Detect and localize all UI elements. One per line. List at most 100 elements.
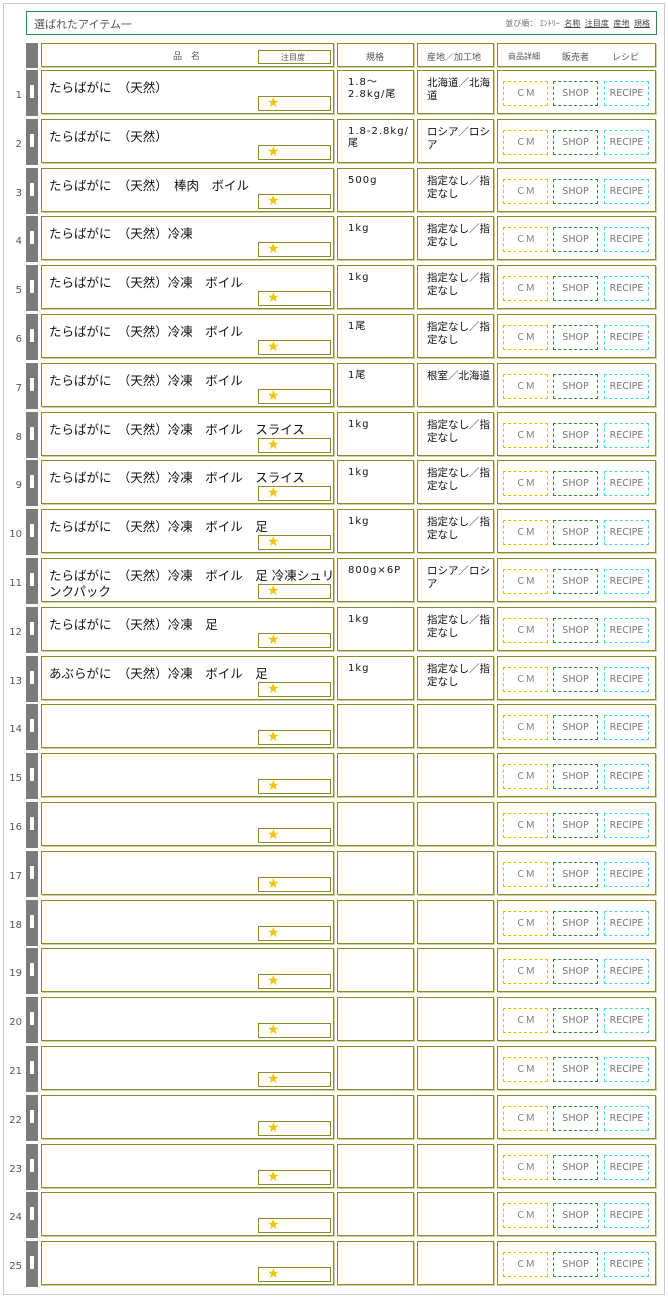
shop-button[interactable]: SHOP xyxy=(553,1106,598,1131)
shop-button[interactable]: SHOP xyxy=(553,569,598,594)
attention-rating[interactable]: ★ xyxy=(258,388,331,404)
row-drag-handle[interactable] xyxy=(26,70,38,116)
shop-button[interactable]: SHOP xyxy=(553,325,598,350)
attention-rating[interactable]: ★ xyxy=(258,1169,331,1185)
row-drag-handle[interactable] xyxy=(26,997,38,1043)
row-drag-handle[interactable] xyxy=(26,1046,38,1092)
row-drag-handle[interactable] xyxy=(26,1241,38,1287)
row-drag-handle[interactable] xyxy=(26,558,38,604)
row-drag-handle[interactable] xyxy=(26,948,38,994)
attention-rating[interactable]: ★ xyxy=(258,193,331,209)
shop-button[interactable]: SHOP xyxy=(553,618,598,643)
row-drag-handle[interactable] xyxy=(26,460,38,506)
recipe-button[interactable]: RECIPE xyxy=(604,423,649,448)
attention-rating[interactable]: ★ xyxy=(258,632,331,648)
row-drag-handle[interactable] xyxy=(26,265,38,311)
row-drag-handle[interactable] xyxy=(26,1095,38,1141)
attention-rating[interactable]: ★ xyxy=(258,925,331,941)
attention-rating[interactable]: ★ xyxy=(258,241,331,257)
row-drag-handle[interactable] xyxy=(26,851,38,897)
recipe-button[interactable]: RECIPE xyxy=(604,1008,649,1033)
attention-rating[interactable]: ★ xyxy=(258,778,331,794)
cm-button[interactable]: ＣＭ xyxy=(503,520,548,545)
recipe-button[interactable]: RECIPE xyxy=(604,618,649,643)
cm-button[interactable]: ＣＭ xyxy=(503,813,548,838)
recipe-button[interactable]: RECIPE xyxy=(604,959,649,984)
row-drag-handle[interactable] xyxy=(26,412,38,458)
row-drag-handle[interactable] xyxy=(26,656,38,702)
cm-button[interactable]: ＣＭ xyxy=(503,1203,548,1228)
cm-button[interactable]: ＣＭ xyxy=(503,569,548,594)
attention-rating[interactable]: ★ xyxy=(258,1022,331,1038)
row-drag-handle[interactable] xyxy=(26,753,38,799)
cm-button[interactable]: ＣＭ xyxy=(503,862,548,887)
shop-button[interactable]: SHOP xyxy=(553,1008,598,1033)
attention-rating[interactable]: ★ xyxy=(258,1120,331,1136)
shop-button[interactable]: SHOP xyxy=(553,520,598,545)
shop-button[interactable]: SHOP xyxy=(553,667,598,692)
cm-button[interactable]: ＣＭ xyxy=(503,618,548,643)
recipe-button[interactable]: RECIPE xyxy=(604,862,649,887)
cm-button[interactable]: ＣＭ xyxy=(503,130,548,155)
shop-button[interactable]: SHOP xyxy=(553,764,598,789)
recipe-button[interactable]: RECIPE xyxy=(604,667,649,692)
attention-rating[interactable]: ★ xyxy=(258,1071,331,1087)
recipe-button[interactable]: RECIPE xyxy=(604,911,649,936)
row-drag-handle[interactable] xyxy=(26,1144,38,1190)
recipe-button[interactable]: RECIPE xyxy=(604,1155,649,1180)
cm-button[interactable]: ＣＭ xyxy=(503,764,548,789)
recipe-button[interactable]: RECIPE xyxy=(604,764,649,789)
cm-button[interactable]: ＣＭ xyxy=(503,667,548,692)
row-drag-handle[interactable] xyxy=(26,216,38,262)
cm-button[interactable]: ＣＭ xyxy=(503,1106,548,1131)
cm-button[interactable]: ＣＭ xyxy=(503,179,548,204)
recipe-button[interactable]: RECIPE xyxy=(604,276,649,301)
recipe-button[interactable]: RECIPE xyxy=(604,1106,649,1131)
attention-rating[interactable]: ★ xyxy=(258,583,331,599)
recipe-button[interactable]: RECIPE xyxy=(604,1057,649,1082)
row-drag-handle[interactable] xyxy=(26,607,38,653)
row-drag-handle[interactable] xyxy=(26,119,38,165)
recipe-button[interactable]: RECIPE xyxy=(604,325,649,350)
attention-rating[interactable]: ★ xyxy=(258,729,331,745)
cm-button[interactable]: ＣＭ xyxy=(503,911,548,936)
cm-button[interactable]: ＣＭ xyxy=(503,959,548,984)
row-drag-handle[interactable] xyxy=(26,363,38,409)
shop-button[interactable]: SHOP xyxy=(553,179,598,204)
sort-by-attention-link[interactable]: 注目度 xyxy=(585,19,609,28)
recipe-button[interactable]: RECIPE xyxy=(604,813,649,838)
shop-button[interactable]: SHOP xyxy=(553,862,598,887)
row-drag-handle[interactable] xyxy=(26,704,38,750)
attention-rating[interactable]: ★ xyxy=(258,681,331,697)
shop-button[interactable]: SHOP xyxy=(553,130,598,155)
shop-button[interactable]: SHOP xyxy=(553,911,598,936)
cm-button[interactable]: ＣＭ xyxy=(503,1252,548,1277)
shop-button[interactable]: SHOP xyxy=(553,1057,598,1082)
attention-rating[interactable]: ★ xyxy=(258,534,331,550)
row-drag-handle[interactable] xyxy=(26,900,38,946)
cm-button[interactable]: ＣＭ xyxy=(503,1057,548,1082)
attention-rating[interactable]: ★ xyxy=(258,437,331,453)
sort-entry-option[interactable]: ｴﾝﾄﾘｰ xyxy=(540,19,560,28)
recipe-button[interactable]: RECIPE xyxy=(604,227,649,252)
attention-rating[interactable]: ★ xyxy=(258,1266,331,1282)
cm-button[interactable]: ＣＭ xyxy=(503,471,548,496)
sort-by-name-link[interactable]: 名称 xyxy=(564,19,580,28)
cm-button[interactable]: ＣＭ xyxy=(503,1155,548,1180)
recipe-button[interactable]: RECIPE xyxy=(604,179,649,204)
shop-button[interactable]: SHOP xyxy=(553,813,598,838)
cm-button[interactable]: ＣＭ xyxy=(503,81,548,106)
recipe-button[interactable]: RECIPE xyxy=(604,1252,649,1277)
cm-button[interactable]: ＣＭ xyxy=(503,227,548,252)
row-drag-handle[interactable] xyxy=(26,802,38,848)
cm-button[interactable]: ＣＭ xyxy=(503,715,548,740)
shop-button[interactable]: SHOP xyxy=(553,81,598,106)
shop-button[interactable]: SHOP xyxy=(553,276,598,301)
row-drag-handle[interactable] xyxy=(26,509,38,555)
sort-by-spec-link[interactable]: 規格 xyxy=(634,19,650,28)
attention-rating[interactable]: ★ xyxy=(258,876,331,892)
shop-button[interactable]: SHOP xyxy=(553,1155,598,1180)
recipe-button[interactable]: RECIPE xyxy=(604,569,649,594)
shop-button[interactable]: SHOP xyxy=(553,715,598,740)
recipe-button[interactable]: RECIPE xyxy=(604,130,649,155)
